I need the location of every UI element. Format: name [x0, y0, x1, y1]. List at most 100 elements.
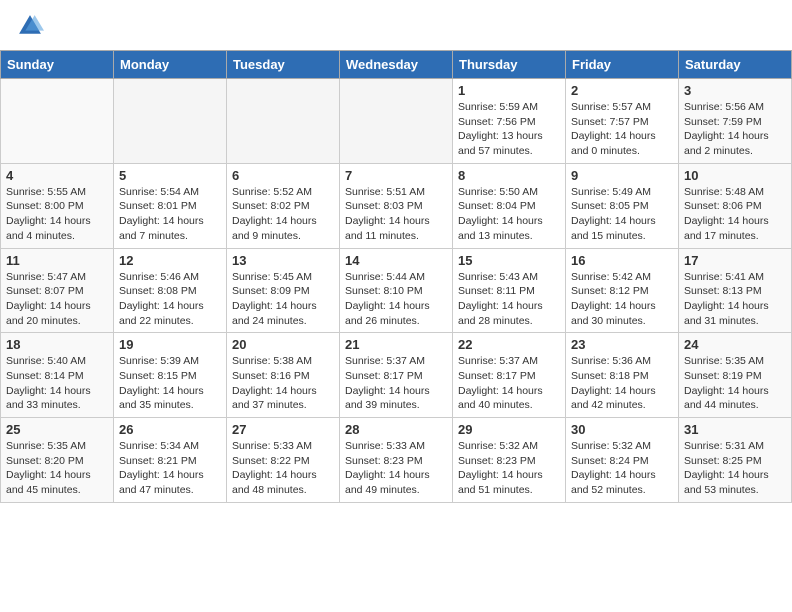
- day-info: Sunrise: 5:33 AM Sunset: 8:22 PM Dayligh…: [232, 439, 334, 498]
- day-number: 27: [232, 422, 334, 437]
- day-number: 14: [345, 253, 447, 268]
- calendar-day-cell: 2 Sunrise: 5:57 AM Sunset: 7:57 PM Daylig…: [566, 79, 679, 164]
- day-info: Sunrise: 5:34 AM Sunset: 8:21 PM Dayligh…: [119, 439, 221, 498]
- day-number: 29: [458, 422, 560, 437]
- day-number: 25: [6, 422, 108, 437]
- calendar-week-row: 18Sunrise: 5:40 AM Sunset: 8:14 PM Dayli…: [1, 333, 792, 418]
- day-info: Sunrise: 5:55 AM Sunset: 8:00 PM Dayligh…: [6, 185, 108, 244]
- day-info: Sunrise: 5:51 AM Sunset: 8:03 PM Dayligh…: [345, 185, 447, 244]
- day-info: Sunrise: 5:41 AM Sunset: 8:13 PM Dayligh…: [684, 270, 786, 329]
- calendar-week-row: 4 Sunrise: 5:55 AM Sunset: 8:00 PM Daylig…: [1, 163, 792, 248]
- day-number: 23: [571, 337, 673, 352]
- day-info: Sunrise: 5:32 AM Sunset: 8:23 PM Dayligh…: [458, 439, 560, 498]
- day-number: 24: [684, 337, 786, 352]
- calendar-day-cell: 5 Sunrise: 5:54 AM Sunset: 8:01 PM Daylig…: [114, 163, 227, 248]
- day-info: Sunrise: 5:48 AM Sunset: 8:06 PM Dayligh…: [684, 185, 786, 244]
- calendar-day-cell: 27 Sunrise: 5:33 AM Sunset: 8:22 PM Dayli…: [227, 418, 340, 503]
- calendar-day-cell: 26 Sunrise: 5:34 AM Sunset: 8:21 PM Dayli…: [114, 418, 227, 503]
- day-info: Sunrise: 5:44 AM Sunset: 8:10 PM Dayligh…: [345, 270, 447, 329]
- calendar-day-cell: 30 Sunrise: 5:32 AM Sunset: 8:24 PM Dayli…: [566, 418, 679, 503]
- calendar-day-cell: 1Sunrise: 5:59 AM Sunset: 7:56 PM Daylig…: [453, 79, 566, 164]
- page-container: SundayMondayTuesdayWednesdayThursdayFrid…: [0, 0, 792, 503]
- day-info: Sunrise: 5:56 AM Sunset: 7:59 PM Dayligh…: [684, 100, 786, 159]
- calendar-weekday-sunday: Sunday: [1, 51, 114, 79]
- logo: [16, 12, 46, 40]
- calendar-day-cell: [227, 79, 340, 164]
- day-number: 3: [684, 83, 786, 98]
- calendar-weekday-tuesday: Tuesday: [227, 51, 340, 79]
- calendar-day-cell: 13 Sunrise: 5:45 AM Sunset: 8:09 PM Dayli…: [227, 248, 340, 333]
- calendar-day-cell: [114, 79, 227, 164]
- calendar-day-cell: 23 Sunrise: 5:36 AM Sunset: 8:18 PM Dayli…: [566, 333, 679, 418]
- calendar-day-cell: 6 Sunrise: 5:52 AM Sunset: 8:02 PM Daylig…: [227, 163, 340, 248]
- calendar-weekday-friday: Friday: [566, 51, 679, 79]
- calendar-day-cell: 4 Sunrise: 5:55 AM Sunset: 8:00 PM Daylig…: [1, 163, 114, 248]
- calendar-day-cell: 25 Sunrise: 5:35 AM Sunset: 8:20 PM Dayli…: [1, 418, 114, 503]
- calendar-header-row: SundayMondayTuesdayWednesdayThursdayFrid…: [1, 51, 792, 79]
- calendar-table: SundayMondayTuesdayWednesdayThursdayFrid…: [0, 50, 792, 503]
- calendar-day-cell: 14 Sunrise: 5:44 AM Sunset: 8:10 PM Dayli…: [340, 248, 453, 333]
- day-info: Sunrise: 5:49 AM Sunset: 8:05 PM Dayligh…: [571, 185, 673, 244]
- day-number: 18: [6, 337, 108, 352]
- day-number: 8: [458, 168, 560, 183]
- day-number: 30: [571, 422, 673, 437]
- calendar-day-cell: 11 Sunrise: 5:47 AM Sunset: 8:07 PM Dayli…: [1, 248, 114, 333]
- calendar-day-cell: 12Sunrise: 5:46 AM Sunset: 8:08 PM Dayli…: [114, 248, 227, 333]
- calendar-day-cell: 19 Sunrise: 5:39 AM Sunset: 8:15 PM Dayli…: [114, 333, 227, 418]
- day-info: Sunrise: 5:52 AM Sunset: 8:02 PM Dayligh…: [232, 185, 334, 244]
- day-number: 22: [458, 337, 560, 352]
- day-number: 21: [345, 337, 447, 352]
- day-info: Sunrise: 5:45 AM Sunset: 8:09 PM Dayligh…: [232, 270, 334, 329]
- calendar-day-cell: 7 Sunrise: 5:51 AM Sunset: 8:03 PM Daylig…: [340, 163, 453, 248]
- day-number: 9: [571, 168, 673, 183]
- day-info: Sunrise: 5:31 AM Sunset: 8:25 PM Dayligh…: [684, 439, 786, 498]
- day-number: 6: [232, 168, 334, 183]
- calendar-week-row: 1Sunrise: 5:59 AM Sunset: 7:56 PM Daylig…: [1, 79, 792, 164]
- day-number: 10: [684, 168, 786, 183]
- calendar-day-cell: 8Sunrise: 5:50 AM Sunset: 8:04 PM Daylig…: [453, 163, 566, 248]
- day-info: Sunrise: 5:38 AM Sunset: 8:16 PM Dayligh…: [232, 354, 334, 413]
- day-info: Sunrise: 5:47 AM Sunset: 8:07 PM Dayligh…: [6, 270, 108, 329]
- calendar-weekday-monday: Monday: [114, 51, 227, 79]
- day-info: Sunrise: 5:33 AM Sunset: 8:23 PM Dayligh…: [345, 439, 447, 498]
- day-info: Sunrise: 5:32 AM Sunset: 8:24 PM Dayligh…: [571, 439, 673, 498]
- calendar-day-cell: 10 Sunrise: 5:48 AM Sunset: 8:06 PM Dayli…: [679, 163, 792, 248]
- calendar-day-cell: 24 Sunrise: 5:35 AM Sunset: 8:19 PM Dayli…: [679, 333, 792, 418]
- calendar-week-row: 25 Sunrise: 5:35 AM Sunset: 8:20 PM Dayli…: [1, 418, 792, 503]
- day-info: Sunrise: 5:35 AM Sunset: 8:20 PM Dayligh…: [6, 439, 108, 498]
- day-info: Sunrise: 5:54 AM Sunset: 8:01 PM Dayligh…: [119, 185, 221, 244]
- day-number: 17: [684, 253, 786, 268]
- day-info: Sunrise: 5:36 AM Sunset: 8:18 PM Dayligh…: [571, 354, 673, 413]
- day-number: 31: [684, 422, 786, 437]
- page-header: [0, 0, 792, 44]
- calendar-day-cell: 17 Sunrise: 5:41 AM Sunset: 8:13 PM Dayli…: [679, 248, 792, 333]
- day-info: Sunrise: 5:35 AM Sunset: 8:19 PM Dayligh…: [684, 354, 786, 413]
- day-info: Sunrise: 5:37 AM Sunset: 8:17 PM Dayligh…: [458, 354, 560, 413]
- day-number: 11: [6, 253, 108, 268]
- calendar-day-cell: 31 Sunrise: 5:31 AM Sunset: 8:25 PM Dayli…: [679, 418, 792, 503]
- day-number: 26: [119, 422, 221, 437]
- day-number: 15: [458, 253, 560, 268]
- day-number: 16: [571, 253, 673, 268]
- day-info: Sunrise: 5:46 AM Sunset: 8:08 PM Dayligh…: [119, 270, 221, 329]
- day-info: Sunrise: 5:42 AM Sunset: 8:12 PM Dayligh…: [571, 270, 673, 329]
- day-number: 2: [571, 83, 673, 98]
- calendar-weekday-wednesday: Wednesday: [340, 51, 453, 79]
- day-number: 5: [119, 168, 221, 183]
- day-number: 7: [345, 168, 447, 183]
- day-info: Sunrise: 5:37 AM Sunset: 8:17 PM Dayligh…: [345, 354, 447, 413]
- calendar-weekday-thursday: Thursday: [453, 51, 566, 79]
- day-number: 19: [119, 337, 221, 352]
- day-number: 4: [6, 168, 108, 183]
- calendar-day-cell: 20Sunrise: 5:38 AM Sunset: 8:16 PM Dayli…: [227, 333, 340, 418]
- calendar-day-cell: 18Sunrise: 5:40 AM Sunset: 8:14 PM Dayli…: [1, 333, 114, 418]
- day-info: Sunrise: 5:57 AM Sunset: 7:57 PM Dayligh…: [571, 100, 673, 159]
- day-info: Sunrise: 5:43 AM Sunset: 8:11 PM Dayligh…: [458, 270, 560, 329]
- calendar-day-cell: 21 Sunrise: 5:37 AM Sunset: 8:17 PM Dayli…: [340, 333, 453, 418]
- day-info: Sunrise: 5:59 AM Sunset: 7:56 PM Dayligh…: [458, 100, 560, 159]
- day-number: 13: [232, 253, 334, 268]
- calendar-day-cell: 16 Sunrise: 5:42 AM Sunset: 8:12 PM Dayli…: [566, 248, 679, 333]
- calendar-day-cell: [340, 79, 453, 164]
- calendar-weekday-saturday: Saturday: [679, 51, 792, 79]
- day-info: Sunrise: 5:39 AM Sunset: 8:15 PM Dayligh…: [119, 354, 221, 413]
